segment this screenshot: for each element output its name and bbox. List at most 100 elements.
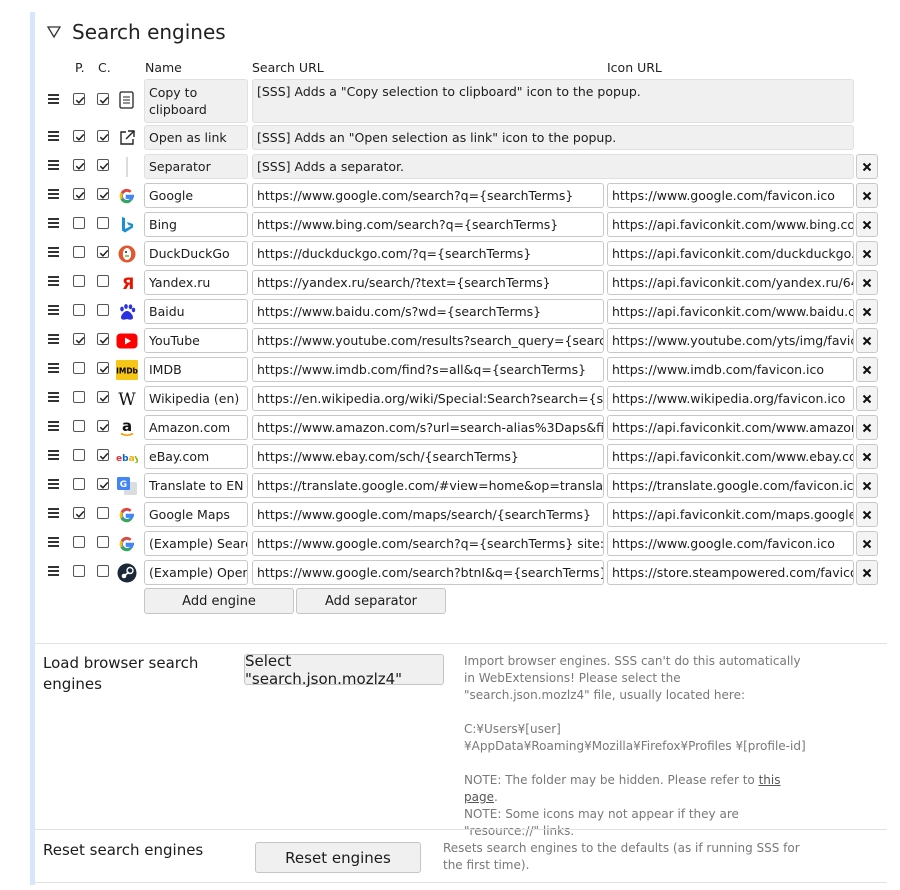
drag-handle-icon[interactable] xyxy=(48,421,59,432)
delete-engine-button[interactable] xyxy=(856,212,878,237)
engine-name-field[interactable]: Google xyxy=(144,183,248,208)
icon-url-field[interactable]: https://www.google.com/favicon.ico xyxy=(607,183,854,208)
delete-engine-button[interactable] xyxy=(856,531,878,556)
collapse-triangle-icon[interactable] xyxy=(47,25,61,39)
icon-url-field[interactable]: https://www.google.com/favicon.ico xyxy=(607,531,854,556)
search-url-field[interactable]: https://www.google.com/maps/search/{sear… xyxy=(252,502,604,527)
drag-handle-icon[interactable] xyxy=(48,247,59,258)
popup-checkbox[interactable] xyxy=(73,478,85,490)
icon-url-field[interactable]: https://translate.google.com/favicon.ico xyxy=(607,473,854,498)
popup-checkbox[interactable] xyxy=(73,246,85,258)
engine-name-field[interactable]: Translate to EN xyxy=(144,473,248,498)
section-header[interactable]: Search engines xyxy=(47,17,226,47)
context-menu-checkbox[interactable] xyxy=(97,391,109,403)
engine-name-field[interactable]: eBay.com xyxy=(144,444,248,469)
search-url-field[interactable]: https://www.amazon.com/s?url=search-alia… xyxy=(252,415,604,440)
delete-engine-button[interactable] xyxy=(856,241,878,266)
drag-handle-icon[interactable] xyxy=(48,189,59,200)
icon-url-field[interactable]: https://www.wikipedia.org/favicon.ico xyxy=(607,386,854,411)
popup-checkbox[interactable] xyxy=(73,449,85,461)
popup-checkbox[interactable] xyxy=(73,217,85,229)
context-menu-checkbox[interactable] xyxy=(97,159,109,171)
delete-engine-button[interactable] xyxy=(856,473,878,498)
engine-name-field[interactable]: Yandex.ru xyxy=(144,270,248,295)
icon-url-field[interactable]: https://api.faviconkit.com/www.ebay.com/… xyxy=(607,444,854,469)
drag-handle-icon[interactable] xyxy=(48,566,59,577)
engine-name-field[interactable]: DuckDuckGo xyxy=(144,241,248,266)
delete-engine-button[interactable] xyxy=(856,357,878,382)
context-menu-checkbox[interactable] xyxy=(97,275,109,287)
popup-checkbox[interactable] xyxy=(73,275,85,287)
engine-name-field[interactable]: (Example) Open t xyxy=(144,560,248,585)
delete-engine-button[interactable] xyxy=(856,328,878,353)
context-menu-checkbox[interactable] xyxy=(97,188,109,200)
context-menu-checkbox[interactable] xyxy=(97,130,109,142)
icon-url-field[interactable]: https://api.faviconkit.com/www.baidu.com… xyxy=(607,299,854,324)
context-menu-checkbox[interactable] xyxy=(97,93,109,105)
delete-engine-button[interactable] xyxy=(856,154,878,179)
search-url-field[interactable]: https://translate.google.com/#view=home&… xyxy=(252,473,604,498)
delete-engine-button[interactable] xyxy=(856,560,878,585)
search-url-field[interactable]: https://duckduckgo.com/?q={searchTerms} xyxy=(252,241,604,266)
popup-checkbox[interactable] xyxy=(73,304,85,316)
drag-handle-icon[interactable] xyxy=(48,479,59,490)
drag-handle-icon[interactable] xyxy=(48,305,59,316)
popup-checkbox[interactable] xyxy=(73,93,85,105)
popup-checkbox[interactable] xyxy=(73,188,85,200)
icon-url-field[interactable]: https://api.faviconkit.com/yandex.ru/64 xyxy=(607,270,854,295)
popup-checkbox[interactable] xyxy=(73,130,85,142)
context-menu-checkbox[interactable] xyxy=(97,536,109,548)
search-url-field[interactable]: https://en.wikipedia.org/wiki/Special:Se… xyxy=(252,386,604,411)
engine-name-field[interactable]: Google Maps xyxy=(144,502,248,527)
delete-engine-button[interactable] xyxy=(856,386,878,411)
engine-name-field[interactable]: IMDB xyxy=(144,357,248,382)
search-url-field[interactable]: https://www.baidu.com/s?wd={searchTerms} xyxy=(252,299,604,324)
search-url-field[interactable]: https://www.ebay.com/sch/{searchTerms} xyxy=(252,444,604,469)
popup-checkbox[interactable] xyxy=(73,362,85,374)
drag-handle-icon[interactable] xyxy=(48,450,59,461)
context-menu-checkbox[interactable] xyxy=(97,246,109,258)
select-file-button[interactable]: Select "search.json.mozlz4" xyxy=(244,652,444,688)
icon-url-field[interactable]: https://www.imdb.com/favicon.ico xyxy=(607,357,854,382)
popup-checkbox[interactable] xyxy=(73,333,85,345)
reset-engines-button[interactable]: Reset engines xyxy=(255,842,421,873)
add-separator-button[interactable]: Add separator xyxy=(296,588,446,614)
delete-engine-button[interactable] xyxy=(856,270,878,295)
delete-engine-button[interactable] xyxy=(856,415,878,440)
delete-engine-button[interactable] xyxy=(856,502,878,527)
search-url-field[interactable]: https://www.imdb.com/find?s=all&q={searc… xyxy=(252,357,604,382)
add-engine-button[interactable]: Add engine xyxy=(144,588,294,614)
engine-name-field[interactable]: Amazon.com xyxy=(144,415,248,440)
icon-url-field[interactable]: https://api.faviconkit.com/www.amazon.co… xyxy=(607,415,854,440)
engine-name-field[interactable]: YouTube xyxy=(144,328,248,353)
engine-name-field[interactable]: Bing xyxy=(144,212,248,237)
context-menu-checkbox[interactable] xyxy=(97,507,109,519)
popup-checkbox[interactable] xyxy=(73,159,85,171)
popup-checkbox[interactable] xyxy=(73,420,85,432)
icon-url-field[interactable]: https://api.faviconkit.com/maps.google.c… xyxy=(607,502,854,527)
engine-name-field[interactable]: Baidu xyxy=(144,299,248,324)
popup-checkbox[interactable] xyxy=(73,536,85,548)
popup-checkbox[interactable] xyxy=(73,565,85,577)
search-url-field[interactable]: https://www.bing.com/search?q={searchTer… xyxy=(252,212,604,237)
search-url-field[interactable]: https://www.google.com/search?q={searchT… xyxy=(252,183,604,208)
engine-name-field[interactable]: Wikipedia (en) xyxy=(144,386,248,411)
drag-handle-icon[interactable] xyxy=(48,508,59,519)
context-menu-checkbox[interactable] xyxy=(97,449,109,461)
search-url-field[interactable]: https://yandex.ru/search/?text={searchTe… xyxy=(252,270,604,295)
delete-engine-button[interactable] xyxy=(856,299,878,324)
icon-url-field[interactable]: https://store.steampowered.com/favicon.i… xyxy=(607,560,854,585)
icon-url-field[interactable]: https://www.youtube.com/yts/img/favicon_… xyxy=(607,328,854,353)
search-url-field[interactable]: https://www.google.com/search?btnI&q={se… xyxy=(252,560,604,585)
context-menu-checkbox[interactable] xyxy=(97,217,109,229)
context-menu-checkbox[interactable] xyxy=(97,478,109,490)
popup-checkbox[interactable] xyxy=(73,507,85,519)
search-url-field[interactable]: https://www.google.com/search?q={searchT… xyxy=(252,531,604,556)
drag-handle-icon[interactable] xyxy=(48,363,59,374)
drag-handle-icon[interactable] xyxy=(48,218,59,229)
search-url-field[interactable]: https://www.youtube.com/results?search_q… xyxy=(252,328,604,353)
drag-handle-icon[interactable] xyxy=(48,94,59,105)
delete-engine-button[interactable] xyxy=(856,183,878,208)
delete-engine-button[interactable] xyxy=(856,444,878,469)
drag-handle-icon[interactable] xyxy=(48,334,59,345)
